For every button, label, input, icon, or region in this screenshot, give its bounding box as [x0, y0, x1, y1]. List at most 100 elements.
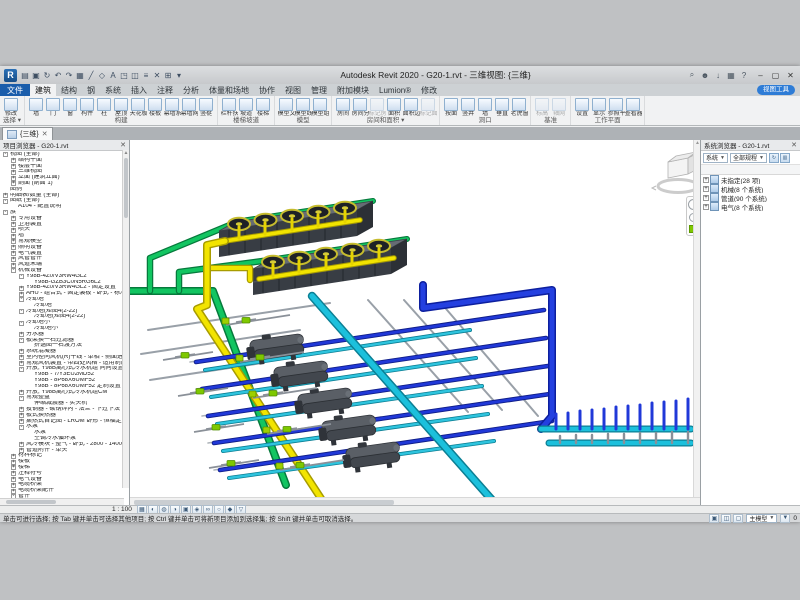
ribbon-tab[interactable]: 系统 [100, 84, 126, 96]
ribbon-tab[interactable]: 建筑 [30, 84, 56, 96]
project-browser-hscrollbar[interactable] [0, 498, 124, 505]
ribbon-button[interactable]: 模型文字 [278, 97, 294, 117]
ribbon-button[interactable]: 垂直 [494, 97, 510, 117]
ribbon-tab[interactable]: 体量和场地 [204, 84, 254, 96]
customize-qat-icon[interactable]: ▾ [174, 70, 184, 81]
tree-expander-icon[interactable]: - [19, 274, 24, 279]
row-expander-icon[interactable]: + [703, 186, 709, 192]
revit-app-menu-icon[interactable]: R [4, 69, 17, 82]
undo-icon[interactable]: ↶ [53, 70, 63, 81]
ribbon-tab[interactable]: 结构 [56, 84, 82, 96]
tree-item[interactable]: + 集热式自记图 - LROM 卧形 - 恒福定 - 100-175 Ch [0, 419, 129, 425]
aligned-dimension-icon[interactable]: ◇ [97, 70, 107, 81]
ribbon-tab[interactable]: 分析 [178, 84, 204, 96]
row-expander-icon[interactable]: + [703, 195, 709, 201]
app-store-icon[interactable]: ▦ [726, 70, 736, 81]
default-3d-view-icon[interactable]: ◳ [119, 70, 129, 81]
ribbon-button[interactable]: 面积边界 [403, 97, 419, 117]
tree-expander-icon[interactable]: + [19, 448, 24, 453]
ribbon-button[interactable]: 楼板 [147, 97, 163, 117]
ribbon-button[interactable]: 坡道 [238, 97, 254, 117]
system-row[interactable]: + 机械(8 个系统) [701, 184, 800, 193]
design-option-select[interactable]: 主模型▼ [746, 514, 777, 523]
tree-expander-icon[interactable]: + [11, 257, 16, 262]
close-button[interactable]: ✕ [785, 70, 796, 81]
view-by-select[interactable]: 系统▼ [703, 153, 728, 163]
ribbon-button[interactable]: 楼梯 [255, 97, 271, 117]
ribbon-tab[interactable]: 协作 [254, 84, 280, 96]
system-row[interactable]: + 管道(90 个系统) [701, 193, 800, 202]
3d-view-canvas[interactable] [130, 140, 700, 497]
ribbon-button[interactable]: 面积 [386, 97, 402, 117]
ribbon-tab[interactable]: 管理 [306, 84, 332, 96]
tree-expander-icon[interactable]: - [19, 297, 24, 302]
minimize-button[interactable]: ‒ [755, 70, 766, 81]
save-icon[interactable]: ▣ [31, 70, 41, 81]
ribbon-button[interactable]: 显示 [591, 97, 607, 117]
ribbon-button[interactable]: 老虎窗 [511, 97, 527, 117]
view-scale[interactable]: 1 : 100 [112, 506, 132, 513]
filter-icon[interactable]: ▼ [780, 514, 790, 523]
ribbon-button[interactable]: 房间分隔 [352, 97, 368, 117]
exclude-options-icon[interactable]: ▢ [733, 514, 743, 523]
row-expander-icon[interactable]: + [703, 204, 709, 210]
project-browser-close-icon[interactable]: ✕ [120, 141, 126, 149]
tree-expander-icon[interactable]: + [19, 286, 24, 291]
ribbon-button[interactable]: 修改 [3, 97, 19, 117]
tree-expander-icon[interactable]: - [11, 268, 16, 273]
print-icon[interactable]: ▦ [75, 70, 85, 81]
ribbon-tab[interactable]: 钢 [82, 84, 100, 96]
tree-expander-icon[interactable]: - [19, 425, 24, 430]
ribbon-button[interactable]: 墙 [477, 97, 493, 117]
measure-icon[interactable]: ╱ [86, 70, 96, 81]
ribbon-button[interactable]: 窗 [62, 97, 78, 117]
ribbon-button[interactable]: 房间 [335, 97, 351, 117]
file-tab[interactable]: 文件 [0, 84, 30, 96]
tree-expander-icon[interactable]: - [19, 309, 24, 314]
view-tab-3d[interactable]: {三维} ✕ [2, 127, 53, 140]
ribbon-button[interactable]: 竖井 [460, 97, 476, 117]
ribbon-button[interactable]: 模型组 [312, 97, 328, 117]
ribbon-button[interactable]: 屋顶 [113, 97, 129, 117]
worksharing-icon[interactable]: ▣ [709, 514, 719, 523]
ribbon-tab[interactable]: 视图 [280, 84, 306, 96]
ribbon-tab[interactable]: Lumion® [374, 84, 416, 96]
ribbon-tab[interactable]: 注释 [152, 84, 178, 96]
tree-expander-icon[interactable]: - [19, 396, 24, 401]
download-icon[interactable]: ↓ [713, 70, 723, 81]
ribbon-button[interactable]: 天花板 [130, 97, 146, 117]
ribbon-button[interactable]: 幕墙系统 [164, 97, 180, 117]
tree-expander-icon[interactable]: - [19, 321, 24, 326]
ribbon-button[interactable]: 按面 [443, 97, 459, 117]
row-expander-icon[interactable]: + [703, 177, 709, 183]
tree-expander-icon[interactable]: - [3, 210, 8, 215]
thin-lines-icon[interactable]: ≡ [141, 70, 151, 81]
remote-tool-pill[interactable]: 视图工具 [757, 85, 795, 95]
tree-expander-icon[interactable]: + [11, 181, 16, 186]
ribbon-button[interactable]: 模型线 [295, 97, 311, 117]
ribbon-button[interactable]: 门 [45, 97, 61, 117]
view-tab-close-icon[interactable]: ✕ [42, 130, 48, 138]
ribbon-tab[interactable]: 附加模块 [332, 84, 374, 96]
help-icon[interactable]: ? [739, 70, 749, 81]
sync-icon[interactable]: ↻ [42, 70, 52, 81]
section-icon[interactable]: ◫ [130, 70, 140, 81]
ribbon-button[interactable]: 幕墙网格 [181, 97, 197, 117]
tree-expander-icon[interactable]: + [11, 228, 16, 233]
ribbon-button[interactable]: 构件 [79, 97, 95, 117]
tree-expander-icon[interactable]: - [19, 338, 24, 343]
system-row[interactable]: + 未指定(28 项) [701, 175, 800, 184]
ribbon-tab[interactable]: 插入 [126, 84, 152, 96]
ribbon-button[interactable]: 设置 [574, 97, 590, 117]
system-row[interactable]: + 电气(8 个系统) [701, 202, 800, 211]
tree-item[interactable]: + AHU - 组合式 - 固定装板 - 卧式 - 标准 - 2000 - 10… [0, 291, 129, 297]
ribbon-button[interactable]: 柱 [96, 97, 112, 117]
restore-button[interactable]: ▢ [770, 70, 781, 81]
tree-expander-icon[interactable]: - [3, 199, 8, 204]
search-icon[interactable]: ⌕ [687, 70, 697, 81]
ribbon-button[interactable]: 墙 [28, 97, 44, 117]
editable-only-icon[interactable]: ◫ [721, 514, 731, 523]
ribbon-button[interactable]: 查看器 [625, 97, 641, 117]
sign-in-icon[interactable]: ☻ [700, 70, 710, 81]
text-icon[interactable]: A [108, 70, 118, 81]
